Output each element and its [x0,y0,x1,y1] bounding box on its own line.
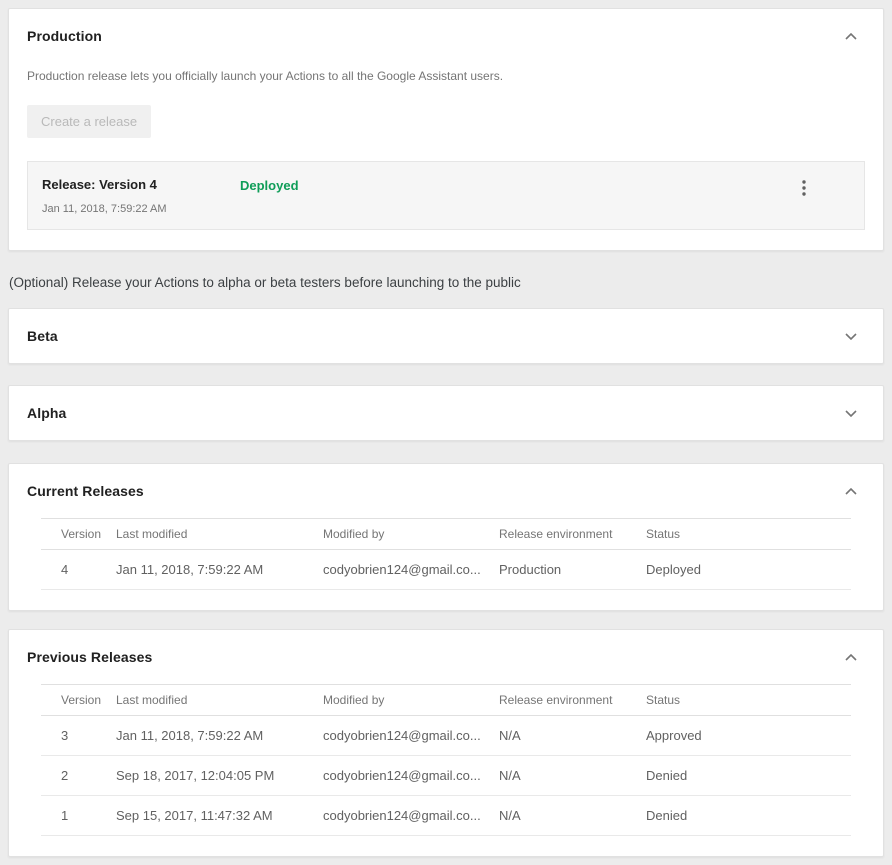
cell-version: 2 [41,756,116,796]
previous-releases-table: Version Last modified Modified by Releas… [41,684,851,836]
chevron-down-icon [845,410,857,417]
optional-release-note: (Optional) Release your Actions to alpha… [9,275,884,290]
cell-version: 1 [41,796,116,836]
cell-release-environment: N/A [499,716,646,756]
release-date: Jan 11, 2018, 7:59:22 AM [42,203,240,215]
column-header-last-modified: Last modified [116,519,323,550]
cell-modified-by: codyobrien124@gmail.co... [323,756,499,796]
collapse-previous-releases-button[interactable] [839,648,863,667]
production-card-header: Production [9,9,883,63]
column-header-release-environment: Release environment [499,685,646,716]
cell-version: 3 [41,716,116,756]
release-menu-button[interactable] [800,178,808,198]
cell-status: Deployed [646,550,851,590]
column-header-release-environment: Release environment [499,519,646,550]
column-header-modified-by: Modified by [323,519,499,550]
production-description: Production release lets you officially l… [27,69,865,83]
production-card: Production Production release lets you o… [8,8,884,251]
cell-release-environment: Production [499,550,646,590]
cell-status: Denied [646,756,851,796]
cell-last-modified: Jan 11, 2018, 7:59:22 AM [116,550,323,590]
release-name: Release: Version 4 [42,177,240,192]
cell-last-modified: Sep 15, 2017, 11:47:32 AM [116,796,323,836]
table-header-row: Version Last modified Modified by Releas… [41,519,851,550]
chevron-up-icon [845,654,857,661]
production-card-body: Production release lets you officially l… [9,69,883,250]
beta-title: Beta [27,328,58,344]
beta-card-header: Beta [9,309,883,363]
table-row: 1 Sep 15, 2017, 11:47:32 AM codyobrien12… [41,796,851,836]
column-header-last-modified: Last modified [116,685,323,716]
alpha-card: Alpha [8,385,884,441]
current-releases-header: Current Releases [9,464,883,518]
chevron-down-icon [845,333,857,340]
collapse-current-releases-button[interactable] [839,482,863,501]
table-header-row: Version Last modified Modified by Releas… [41,685,851,716]
expand-beta-button[interactable] [839,327,863,346]
previous-releases-header: Previous Releases [9,630,883,684]
table-row: 3 Jan 11, 2018, 7:59:22 AM codyobrien124… [41,716,851,756]
cell-release-environment: N/A [499,756,646,796]
previous-releases-card: Previous Releases Version Last modified … [8,629,884,857]
column-header-status: Status [646,685,851,716]
previous-releases-table-wrap: Version Last modified Modified by Releas… [9,684,883,856]
cell-status: Denied [646,796,851,836]
current-releases-title: Current Releases [27,483,144,499]
column-header-version: Version [41,685,116,716]
cell-release-environment: N/A [499,796,646,836]
cell-modified-by: codyobrien124@gmail.co... [323,550,499,590]
release-info: Release: Version 4 Jan 11, 2018, 7:59:22… [42,177,240,215]
alpha-title: Alpha [27,405,66,421]
production-title: Production [27,28,102,44]
cell-modified-by: codyobrien124@gmail.co... [323,716,499,756]
cell-last-modified: Sep 18, 2017, 12:04:05 PM [116,756,323,796]
current-releases-table: Version Last modified Modified by Releas… [41,518,851,590]
current-releases-card: Current Releases Version Last modified M… [8,463,884,611]
table-row: 2 Sep 18, 2017, 12:04:05 PM codyobrien12… [41,756,851,796]
cell-last-modified: Jan 11, 2018, 7:59:22 AM [116,716,323,756]
cell-status: Approved [646,716,851,756]
kebab-menu-icon [802,180,806,196]
production-release-row: Release: Version 4 Jan 11, 2018, 7:59:22… [27,161,865,230]
column-header-status: Status [646,519,851,550]
column-header-version: Version [41,519,116,550]
create-release-button[interactable]: Create a release [27,105,151,138]
cell-modified-by: codyobrien124@gmail.co... [323,796,499,836]
collapse-production-button[interactable] [839,27,863,46]
chevron-up-icon [845,488,857,495]
column-header-modified-by: Modified by [323,685,499,716]
expand-alpha-button[interactable] [839,404,863,423]
previous-releases-title: Previous Releases [27,649,152,665]
chevron-up-icon [845,33,857,40]
production-release-status: Deployed [240,177,299,193]
table-row: 4 Jan 11, 2018, 7:59:22 AM codyobrien124… [41,550,851,590]
cell-version: 4 [41,550,116,590]
alpha-card-header: Alpha [9,386,883,440]
current-releases-table-wrap: Version Last modified Modified by Releas… [9,518,883,610]
beta-card: Beta [8,308,884,364]
